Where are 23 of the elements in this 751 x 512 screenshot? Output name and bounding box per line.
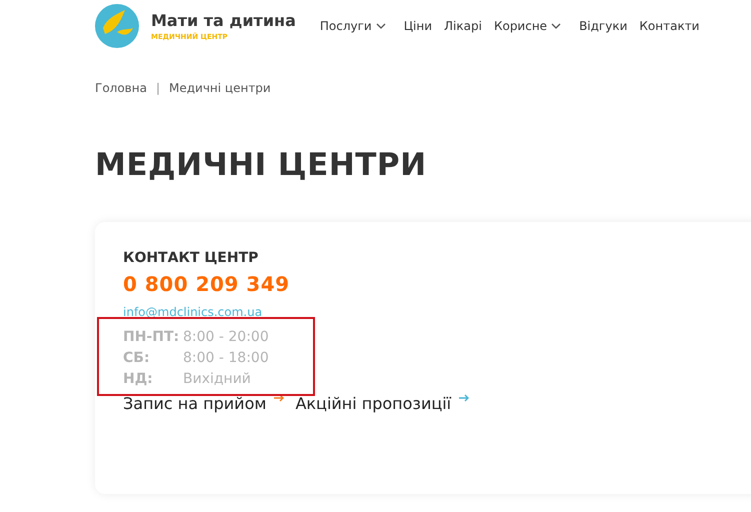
nav-link[interactable]: Контакти (639, 19, 700, 33)
breadcrumb-link[interactable]: Головна (95, 81, 147, 95)
hours-time: 8:00 - 20:00 (183, 328, 270, 347)
nav-link[interactable]: Ціни (404, 19, 432, 33)
chevron-down-icon (376, 23, 386, 29)
brand-name: Мати та дитина (151, 11, 296, 30)
card-link[interactable]: Акційні пропозиції (295, 394, 470, 413)
page-title: МЕДИЧНІ ЦЕНТРИ (95, 147, 428, 183)
nav-link[interactable]: Корисне (494, 19, 562, 33)
hours-days: СБ: (123, 348, 183, 369)
hours-time: Вихідний (183, 370, 252, 389)
card-heading: КОНТАКТ ЦЕНТР (123, 250, 260, 266)
nav-link[interactable]: Відгуки (579, 19, 628, 33)
chevron-down-icon (551, 23, 562, 29)
nav-link[interactable]: Лікарі (444, 19, 482, 33)
hours-days: ПН-ПТ: (123, 327, 183, 348)
breadcrumb-link[interactable]: Медичні центри (169, 81, 271, 95)
hours-time: 8:00 - 18:00 (183, 349, 270, 368)
breadcrumb-separator: | (156, 81, 160, 95)
logo-icon (95, 4, 139, 48)
hours-days: НД: (123, 369, 183, 390)
card-link[interactable]: Запис на прийом (123, 394, 286, 413)
nav-link[interactable]: Послуги (320, 19, 386, 33)
